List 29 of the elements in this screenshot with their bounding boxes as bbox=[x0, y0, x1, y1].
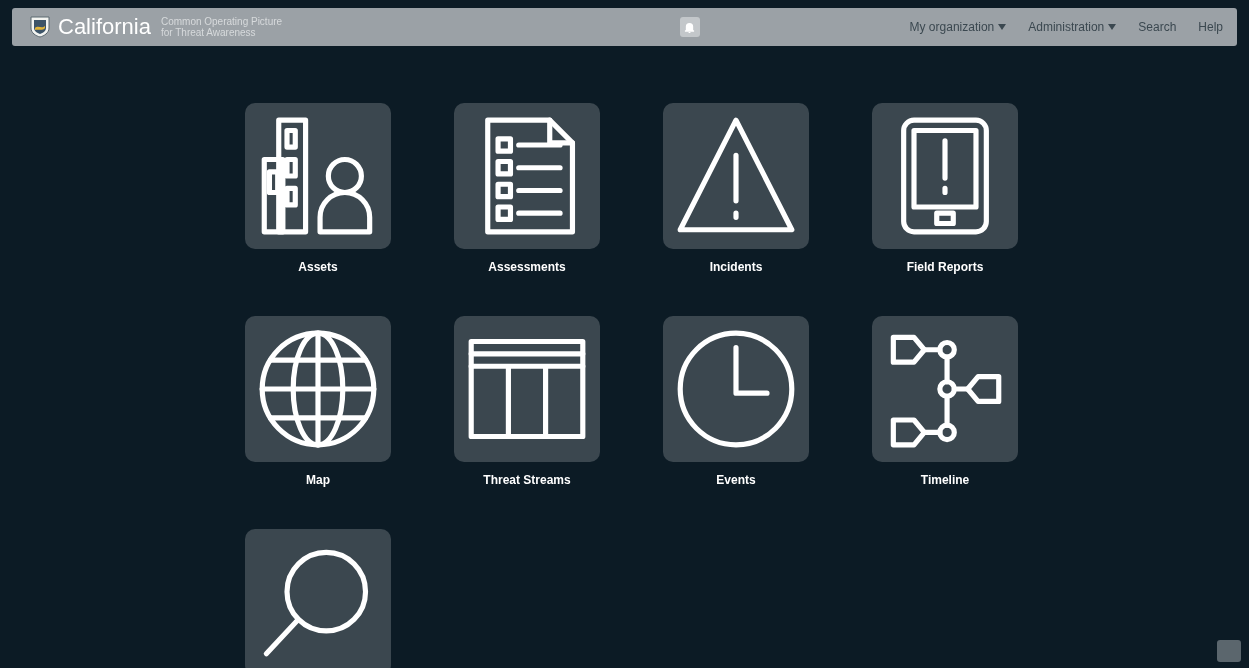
app-title: California bbox=[58, 16, 151, 38]
caret-icon bbox=[998, 24, 1007, 30]
nav-link[interactable]: Help bbox=[1198, 18, 1223, 36]
tile-label[interactable]: Field Reports bbox=[906, 258, 984, 276]
tile-label[interactable]: Threat Streams bbox=[483, 471, 571, 489]
module-tile[interactable] bbox=[872, 316, 1018, 462]
nav-link[interactable]: Administration bbox=[1028, 18, 1117, 36]
app-subtitle: Common Operating Picture bbox=[160, 16, 283, 27]
app-subtitle: for Threat Awareness bbox=[160, 27, 257, 38]
module-tile[interactable] bbox=[872, 103, 1018, 249]
nav-link[interactable]: Search bbox=[1138, 18, 1177, 36]
nav-link[interactable]: My organization bbox=[909, 18, 1007, 36]
module-tile[interactable] bbox=[663, 103, 809, 249]
module-tile[interactable] bbox=[454, 316, 600, 462]
module-tile[interactable] bbox=[245, 103, 391, 249]
module-tile[interactable] bbox=[454, 103, 600, 249]
bell-icon bbox=[684, 20, 696, 34]
tile-label[interactable]: Map bbox=[306, 471, 330, 489]
tile-label[interactable]: Incidents bbox=[709, 258, 763, 276]
caret-icon bbox=[1108, 24, 1117, 30]
module-tile[interactable] bbox=[245, 529, 391, 668]
module-tile[interactable] bbox=[245, 316, 391, 462]
tile-label[interactable]: Timeline bbox=[920, 471, 970, 489]
module-tile[interactable] bbox=[663, 316, 809, 462]
tile-label[interactable]: Assets bbox=[298, 258, 338, 276]
tile-label[interactable]: Assessments bbox=[488, 258, 566, 276]
notifications-button[interactable] bbox=[679, 17, 700, 37]
tile-label[interactable]: Events bbox=[716, 471, 756, 489]
shield-logo-icon bbox=[30, 16, 50, 38]
